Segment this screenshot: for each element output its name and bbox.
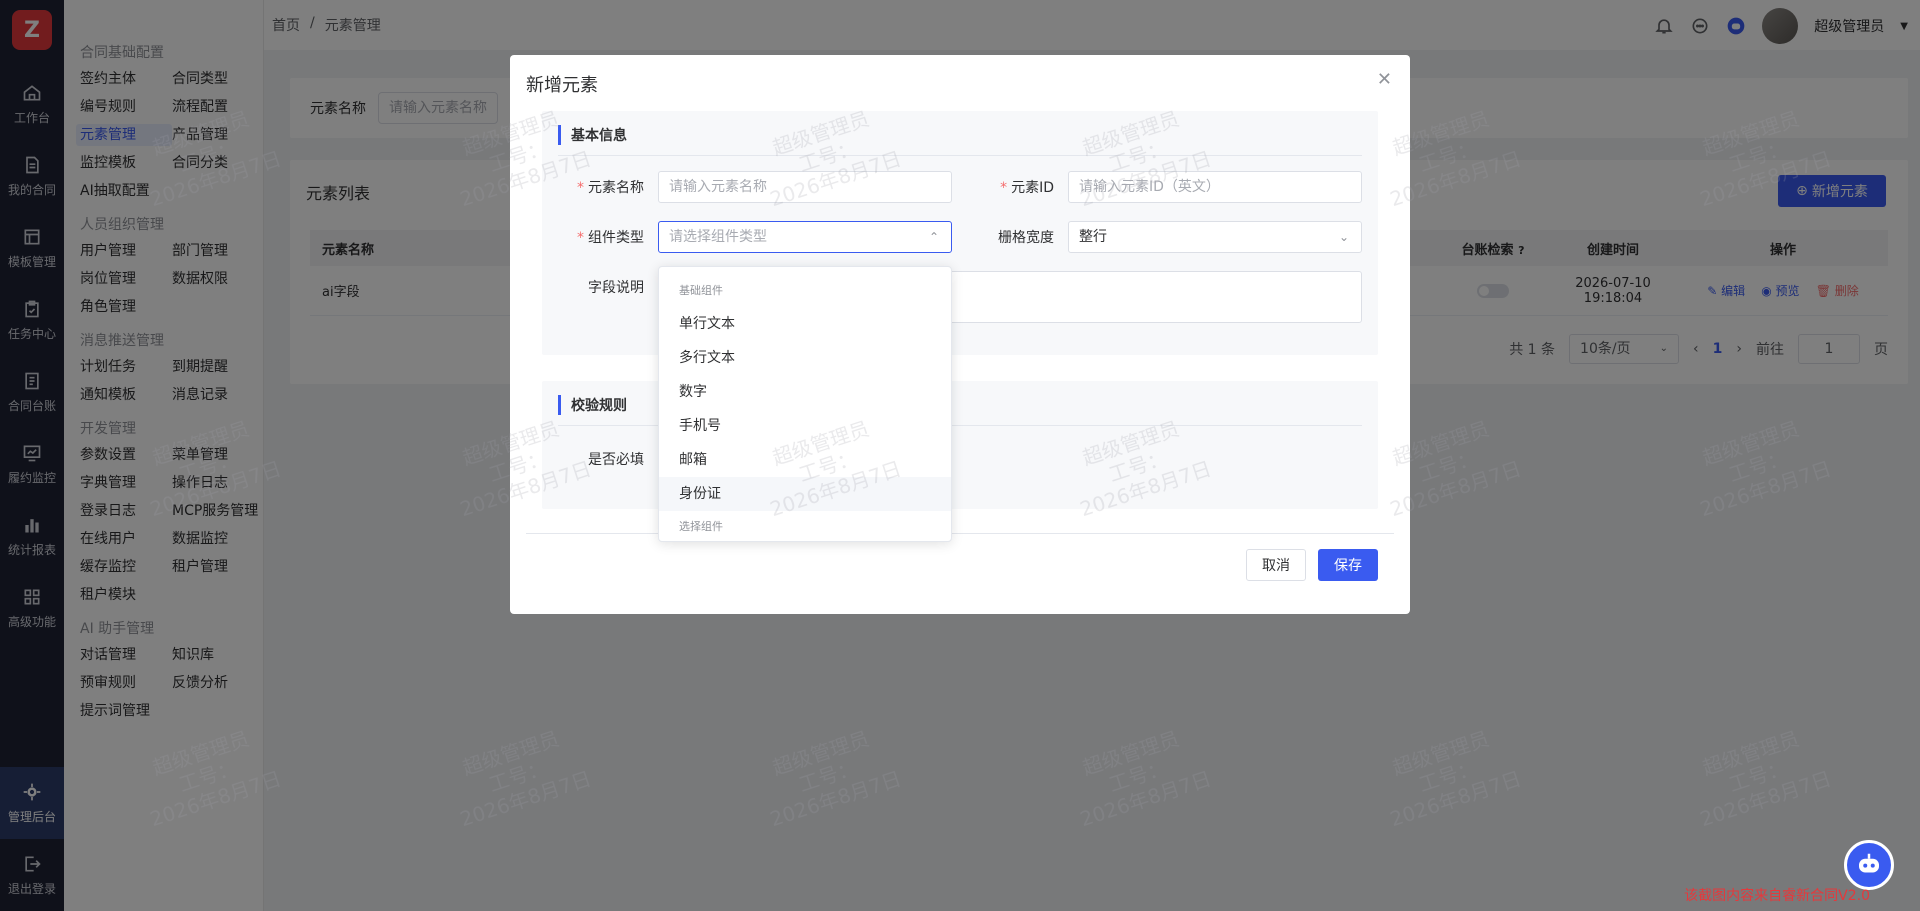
dropdown-option[interactable]: 数字	[659, 375, 951, 409]
close-icon[interactable]: ✕	[1377, 69, 1392, 90]
ai-assistant-button[interactable]	[1844, 840, 1894, 890]
chevron-down-icon: ⌄	[1338, 230, 1349, 244]
dropdown-option[interactable]: 邮箱	[659, 443, 951, 477]
component-type-label: * 组件类型	[577, 230, 644, 246]
dialog-divider	[526, 533, 1394, 534]
dropdown-group-title: 基础组件	[679, 284, 723, 297]
dropdown-group-title: 选择组件	[679, 520, 723, 533]
element-name-label: * 元素名称	[577, 180, 644, 196]
dropdown-option[interactable]: 手机号	[659, 409, 951, 443]
component-type-label-text: 组件类型	[588, 230, 644, 246]
element-id-label-text: 元素ID	[1011, 180, 1054, 196]
dropdown-option[interactable]: 单行文本	[659, 307, 951, 341]
dropdown-option[interactable]: 多行文本	[659, 341, 951, 375]
element-id-input[interactable]: 请输入元素ID（英文）	[1068, 171, 1362, 203]
field-description-label: 字段说明	[588, 280, 644, 296]
grid-width-value: 整行	[1079, 229, 1107, 245]
section-title-basic: 基本信息	[558, 125, 1362, 156]
robot-icon	[1859, 853, 1879, 873]
footer-note: 该截图内容来自睿新合同V2.0	[1684, 888, 1870, 904]
cancel-button[interactable]: 取消	[1246, 549, 1306, 581]
grid-width-label: 栅格宽度	[998, 230, 1054, 246]
component-type-select[interactable]: 请选择组件类型 ⌃	[658, 221, 952, 253]
required-label: 是否必填	[588, 452, 644, 468]
element-name-input[interactable]: 请输入元素名称	[658, 171, 952, 203]
grid-width-select[interactable]: 整行 ⌄	[1068, 221, 1362, 253]
add-element-dialog: 新增元素 ✕ 基本信息 * 元素名称 请输入元素名称 * 元素ID 请输入元素ID（…	[510, 55, 1410, 614]
dialog-title: 新增元素	[526, 75, 598, 96]
element-name-label-text: 元素名称	[588, 180, 644, 196]
save-button[interactable]: 保存	[1318, 549, 1378, 581]
component-type-dropdown: 基础组件 单行文本 多行文本 数字 手机号 邮箱 身份证 选择组件	[658, 266, 952, 542]
chevron-up-icon: ⌃	[928, 230, 939, 244]
dropdown-option-hovered[interactable]: 身份证	[659, 477, 951, 511]
element-id-label: * 元素ID	[1000, 180, 1054, 196]
component-type-placeholder: 请选择组件类型	[669, 229, 767, 245]
